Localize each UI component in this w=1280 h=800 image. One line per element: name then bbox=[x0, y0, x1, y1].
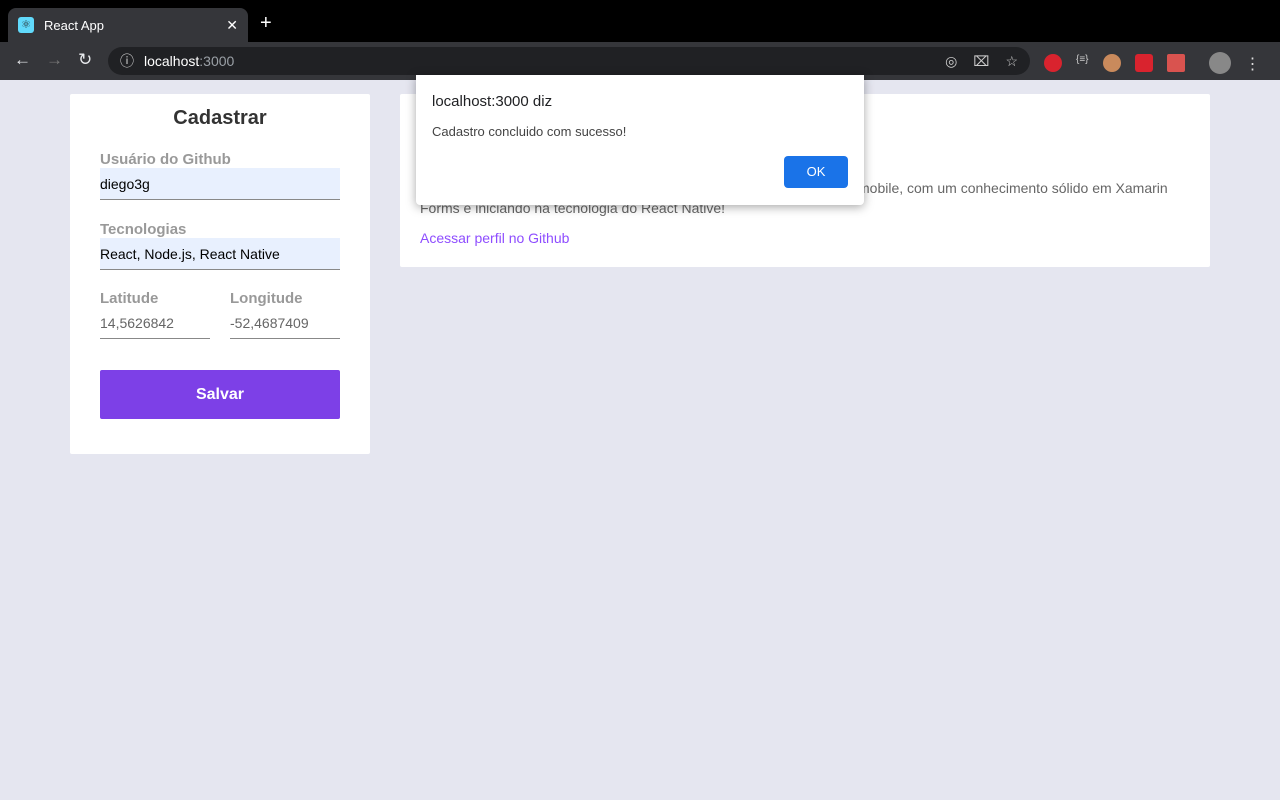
tab-react-app[interactable]: ⚛ React App ✕ bbox=[8, 8, 248, 42]
react-favicon-icon: ⚛ bbox=[18, 17, 34, 33]
github-profile-link[interactable]: Acessar perfil no Github bbox=[420, 230, 569, 246]
url-host: localhost bbox=[144, 53, 200, 69]
info-icon[interactable]: ⓘ bbox=[120, 51, 134, 71]
extension-adblock-icon[interactable] bbox=[1134, 54, 1153, 72]
dev-bio-line1: mobile, com um conhecimento sólido em Xa… bbox=[858, 180, 1168, 196]
techs-label: Tecnologias bbox=[100, 221, 187, 238]
github-label: Usuário do Github bbox=[100, 151, 231, 168]
longitude-input[interactable]: -52,4687409 bbox=[230, 307, 340, 339]
dialog-message: Cadastro concluido com sucesso! bbox=[432, 124, 627, 139]
extension-react-icon[interactable] bbox=[1166, 54, 1185, 72]
location-icon[interactable]: ◎ bbox=[945, 53, 957, 70]
extension-avatar-icon[interactable] bbox=[1102, 54, 1121, 72]
dialog-title: localhost:3000 diz bbox=[432, 93, 553, 110]
longitude-label: Longitude bbox=[230, 290, 303, 307]
back-icon[interactable]: ← bbox=[14, 50, 31, 70]
profile-avatar[interactable] bbox=[1208, 52, 1231, 74]
form-title: Cadastrar bbox=[173, 107, 267, 129]
translate-icon[interactable]: ⌧ bbox=[973, 53, 989, 70]
reload-icon[interactable]: ↻ bbox=[78, 50, 92, 70]
latitude-label: Latitude bbox=[100, 290, 159, 307]
techs-input[interactable]: React, Node.js, React Native bbox=[100, 238, 340, 270]
menu-icon[interactable]: ⋮ bbox=[1245, 54, 1261, 73]
alert-dialog: localhost:3000 diz Cadastro concluido co… bbox=[416, 75, 864, 205]
url-port: :3000 bbox=[199, 53, 235, 69]
extension-json-icon[interactable]: {≡} bbox=[1076, 54, 1089, 72]
ok-button[interactable]: OK bbox=[784, 156, 848, 188]
save-button[interactable]: Salvar bbox=[100, 370, 340, 419]
bookmark-star-icon[interactable]: ☆ bbox=[1005, 53, 1018, 70]
latitude-input[interactable]: 14,5626842 bbox=[100, 307, 210, 339]
address-bar[interactable]: ⓘ localhost:3000 ◎ ⌧ ☆ bbox=[108, 47, 1030, 75]
close-tab-icon[interactable]: ✕ bbox=[226, 17, 238, 34]
new-tab-icon[interactable]: + bbox=[260, 12, 272, 35]
github-input[interactable]: diego3g bbox=[100, 168, 340, 200]
tab-strip: ⚛ React App ✕ + bbox=[0, 0, 1280, 42]
tab-title: React App bbox=[44, 17, 104, 33]
forward-icon[interactable]: → bbox=[46, 50, 63, 70]
extension-hand-icon[interactable] bbox=[1044, 54, 1062, 72]
register-form: Cadastrar Usuário do Github diego3g Tecn… bbox=[70, 94, 370, 454]
